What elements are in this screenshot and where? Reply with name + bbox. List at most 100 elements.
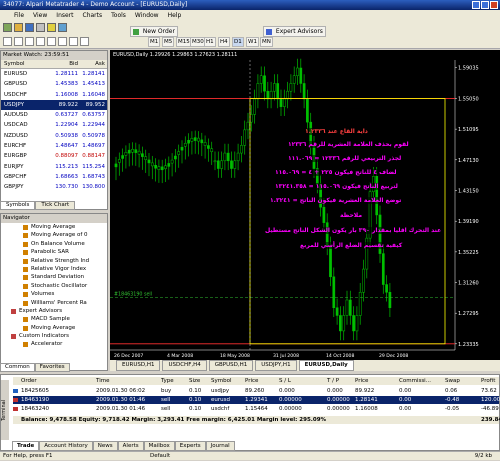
chart-annotation-text[interactable]: توضع العلامة العشرية فيكون الناتج = ١.٣٢… xyxy=(270,197,402,204)
column-header[interactable]: S / L xyxy=(279,377,291,385)
col-ask[interactable]: Ask xyxy=(78,60,107,68)
chart-annotation-text[interactable]: داية القاع عند ١.٢٣٣٦ xyxy=(305,128,368,135)
column-header[interactable]: Symbol xyxy=(211,377,232,385)
market-watch-row[interactable]: EURJPY 115.213 115.254 xyxy=(1,162,107,172)
trade-row[interactable]: 18463240 2009.01.30 01:46 sell 0.10 usdchf 1.… xyxy=(13,405,499,413)
menu-item-insert[interactable]: Insert xyxy=(56,10,73,21)
tab-tick-chart[interactable]: Tick Chart xyxy=(35,201,76,210)
chart-canvas[interactable]: 1.59035 1.55050 1.51095 1.47130 1.43150 1.391… xyxy=(110,50,500,360)
chart-annotation-text[interactable]: كيفية تقسيم الضلع الرأسي للمربع xyxy=(300,242,403,249)
timeframe-w1[interactable]: W1 xyxy=(246,37,259,47)
column-header[interactable]: Price xyxy=(245,377,258,385)
channel-icon[interactable] xyxy=(58,37,67,46)
market-watch-row[interactable]: EURGBP 0.88097 0.88147 xyxy=(1,151,107,161)
profiles-icon[interactable] xyxy=(14,23,23,32)
navigator-item[interactable]: Volumes xyxy=(1,290,107,298)
column-header[interactable]: Commissi... xyxy=(399,377,431,385)
terminal-icon[interactable] xyxy=(58,23,67,32)
navigator-item[interactable]: Parabolic SAR xyxy=(1,248,107,256)
column-header[interactable]: Profit xyxy=(481,377,495,385)
market-watch-row[interactable]: GBPJPY 130.730 130.800 xyxy=(1,182,107,192)
navigator-item[interactable]: Relative Strength Ind xyxy=(1,257,107,265)
market-watch-row[interactable]: USDJPY 89.922 89.952 xyxy=(1,99,107,111)
market-watch-row[interactable]: USDCHF 1.16008 1.16048 xyxy=(1,90,107,100)
chart-tab[interactable]: EURUSD,Daily xyxy=(298,360,354,371)
cursor-icon[interactable] xyxy=(3,37,12,46)
navigator-item[interactable]: Williams' Percent Ra xyxy=(1,299,107,307)
chart-tab[interactable]: USDJPY,H1 xyxy=(255,360,297,371)
navigator-item[interactable]: Accelerator xyxy=(1,340,107,348)
chart-annotation-text[interactable]: لضاف ٤ للناتج فيكون ٢٢٥ + ٤ = ١١٥.٠٦٩ xyxy=(275,169,397,176)
menu-item-file[interactable]: File xyxy=(14,10,24,21)
market-watch-row[interactable]: EURUSD 1.28111 1.28141 xyxy=(1,69,107,79)
market-watch-row[interactable]: GBPCHF 1.68663 1.68743 xyxy=(1,172,107,182)
column-header[interactable]: Order xyxy=(21,377,37,385)
navigator-item[interactable]: Moving Average of 0 xyxy=(1,231,107,239)
market-watch-row[interactable]: GBPUSD 1.45383 1.45413 xyxy=(1,79,107,89)
trade-row[interactable]: 18463190 2009.01.30 01:46 sell 0.10 eurusd 1.… xyxy=(13,396,500,404)
menu-item-view[interactable]: View xyxy=(33,10,47,21)
tab-common[interactable]: Common xyxy=(0,363,35,372)
col-symbol[interactable]: Symbol xyxy=(1,60,47,68)
tab-mailbox[interactable]: Mailbox xyxy=(143,441,175,451)
chart-tab[interactable]: GBPUSD,H1 xyxy=(208,360,254,371)
window-controls[interactable] xyxy=(472,1,498,9)
menu-item-charts[interactable]: Charts xyxy=(83,10,103,21)
column-header[interactable]: Price xyxy=(355,377,368,385)
tab-favorites[interactable]: Favorites xyxy=(34,363,70,372)
col-bid[interactable]: Bid xyxy=(47,60,78,68)
maximize-icon[interactable] xyxy=(481,1,489,9)
new-chart-icon[interactable] xyxy=(3,23,12,32)
new-order-button[interactable]: New Order xyxy=(130,26,178,37)
price-chart[interactable]: 1.59035 1.55050 1.51095 1.47130 1.43150 1.391… xyxy=(110,50,500,360)
trendline-icon[interactable] xyxy=(47,37,56,46)
chart-annotation-text[interactable]: عند التحرك اقليا بمقدار ٣٩٠ بار يكون الش… xyxy=(265,227,442,234)
column-header[interactable]: Type xyxy=(161,377,174,385)
navigator-item[interactable]: Custom Indicators xyxy=(1,332,107,340)
market-watch-row[interactable]: USDCAD 1.22904 1.22944 xyxy=(1,120,107,130)
trade-row[interactable]: 18425605 2009.01.30 06:02 buy 0.10 usdjpy 89.… xyxy=(13,387,499,395)
navigator-item[interactable]: Standard Deviation xyxy=(1,273,107,281)
tab-symbols[interactable]: Symbols xyxy=(0,201,36,210)
column-header[interactable]: Time xyxy=(96,377,109,385)
expert-advisors-button[interactable]: Expert Advisors xyxy=(263,26,326,37)
menu-item-window[interactable]: Window xyxy=(135,10,159,21)
navigator-icon[interactable] xyxy=(47,23,56,32)
vertical-line-icon[interactable] xyxy=(25,37,34,46)
market-watch-row[interactable]: EURCHF 1.48647 1.48697 xyxy=(1,141,107,151)
tab-alerts[interactable]: Alerts xyxy=(117,441,144,451)
market-watch-row[interactable]: AUDUSD 0.63727 0.63757 xyxy=(1,110,107,120)
navigator-item[interactable]: On Balance Volume xyxy=(1,240,107,248)
tab-account-history[interactable]: Account History xyxy=(39,441,93,451)
navigator-item[interactable]: Moving Average xyxy=(1,223,107,231)
data-window-icon[interactable] xyxy=(36,23,45,32)
tab-trade[interactable]: Trade xyxy=(12,441,40,451)
column-header[interactable]: Swap xyxy=(445,377,460,385)
text-tool-icon[interactable] xyxy=(80,37,89,46)
chart-annotation-text[interactable]: لتربيع الناتج فيكون ١١٥.٠٦٩ = ١٣٢٤١.٣٥٨ xyxy=(275,183,398,190)
chart-annotation-text[interactable]: لجذر التربيعي للرقم ١٢٣٣٦ = ١١١.٠٦٩ xyxy=(288,155,402,162)
crosshair-icon[interactable] xyxy=(14,37,23,46)
tab-news[interactable]: News xyxy=(92,441,118,451)
fibonacci-icon[interactable] xyxy=(69,37,78,46)
chart-tab[interactable]: EURUSD,H1 xyxy=(116,360,161,371)
column-header[interactable]: Size xyxy=(189,377,200,385)
timeframe-m5[interactable]: M5 xyxy=(162,37,175,47)
chart-annotation-text[interactable]: ملاحظة xyxy=(340,212,363,219)
minimize-icon[interactable] xyxy=(472,1,480,9)
navigator-item[interactable]: Moving Average xyxy=(1,324,107,332)
column-header[interactable]: T / P xyxy=(327,377,339,385)
tab-journal[interactable]: Journal xyxy=(205,441,235,451)
timeframe-d1[interactable]: D1 xyxy=(232,37,244,47)
timeframe-h4[interactable]: H4 xyxy=(218,37,230,47)
horizontal-line-icon[interactable] xyxy=(36,37,45,46)
navigator-item[interactable]: Relative Vigor Index xyxy=(1,265,107,273)
navigator-item[interactable]: MACD Sample xyxy=(1,315,107,323)
navigator-item[interactable]: Expert Advisors xyxy=(1,307,107,315)
market-watch-icon[interactable] xyxy=(25,23,34,32)
market-watch-row[interactable]: NZDUSD 0.50938 0.50978 xyxy=(1,131,107,141)
tab-experts[interactable]: Experts xyxy=(174,441,206,451)
navigator-item[interactable]: Stochastic Oscillator xyxy=(1,282,107,290)
menu-item-help[interactable]: Help xyxy=(168,10,182,21)
timeframe-mn[interactable]: MN xyxy=(260,37,273,47)
